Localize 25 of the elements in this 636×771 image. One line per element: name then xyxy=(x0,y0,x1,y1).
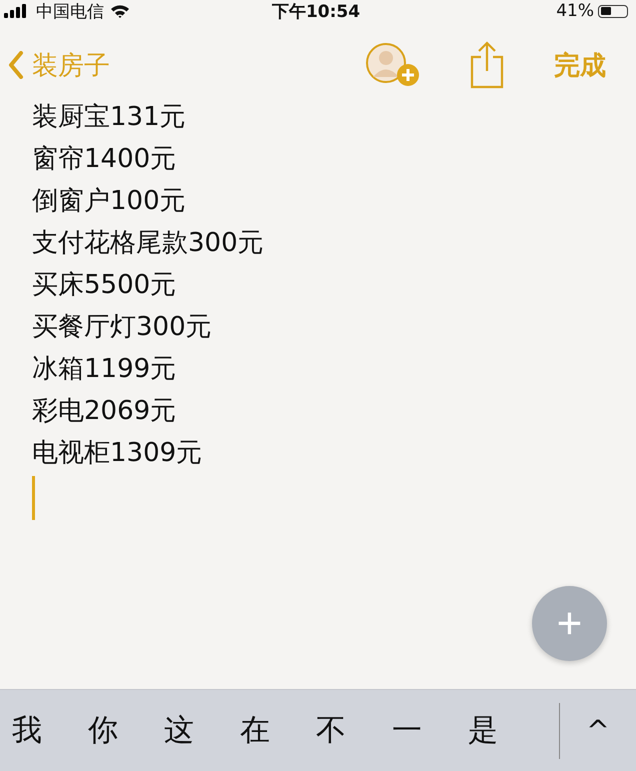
battery-icon xyxy=(598,4,628,18)
expand-button[interactable]: ^ xyxy=(560,714,636,747)
note-line: 窗帘1400元 xyxy=(32,143,178,176)
candidate-word[interactable]: 这 xyxy=(164,710,194,751)
candidate-word[interactable]: 一 xyxy=(392,710,422,751)
candidate-word[interactable]: 在 xyxy=(240,710,270,751)
candidate-word[interactable]: 是 xyxy=(468,710,498,751)
candidate-word[interactable]: 不 xyxy=(316,710,346,751)
note-line: 冰箱1199元 xyxy=(32,353,178,386)
note-line: 装厨宝131元 xyxy=(32,101,187,134)
wifi-icon xyxy=(110,4,130,18)
battery-percent: 41% xyxy=(556,1,594,21)
candidate-word[interactable]: 你 xyxy=(88,710,118,751)
clock-time: 下午10:54 xyxy=(272,0,360,22)
note-line: 支付花格尾款300元 xyxy=(32,227,265,260)
carrier-name: 中国电信 xyxy=(36,0,104,22)
note-line: 买床5500元 xyxy=(32,269,178,302)
add-person-icon[interactable] xyxy=(364,42,422,88)
note-line: 倒窗户100元 xyxy=(32,185,187,218)
note-line: 买餐厅灯300元 xyxy=(32,311,213,344)
note-line: 电视柜1309元 xyxy=(32,437,204,470)
share-icon[interactable] xyxy=(470,41,504,89)
chevron-left-icon xyxy=(8,51,24,79)
candidate-word[interactable]: 我 xyxy=(12,710,42,751)
note-line: 彩电2069元 xyxy=(32,395,178,428)
